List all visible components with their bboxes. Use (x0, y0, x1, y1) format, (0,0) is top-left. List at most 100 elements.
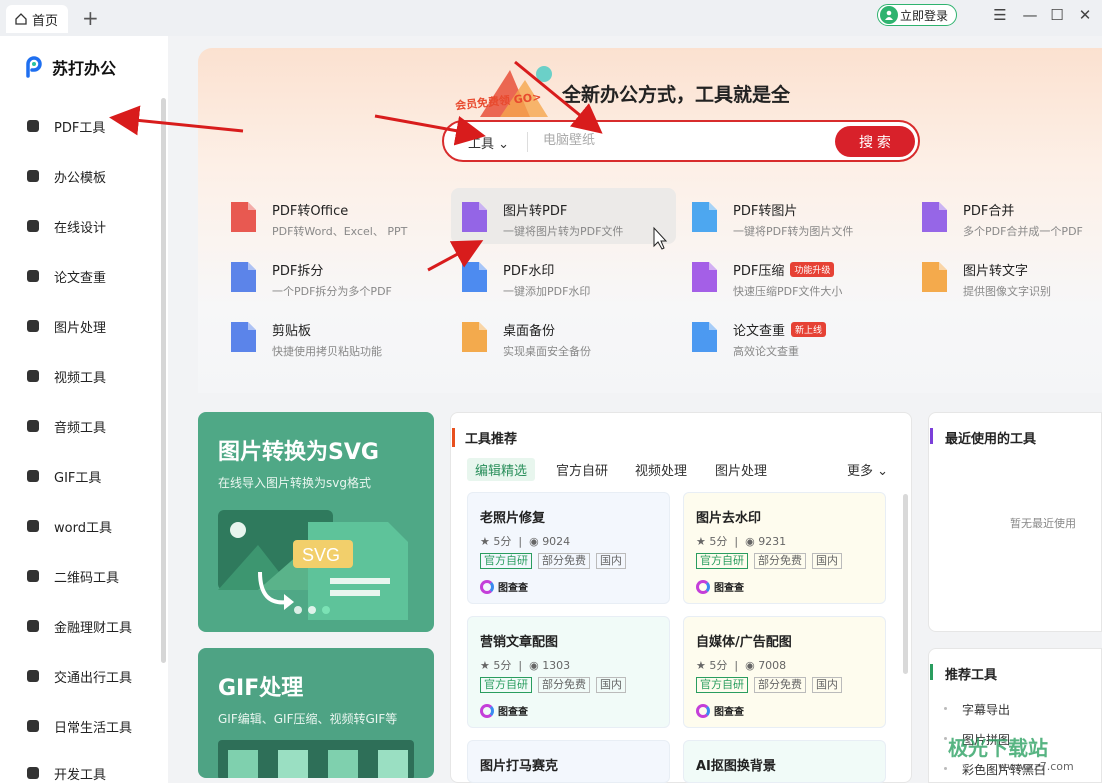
star-icon: ★ (696, 659, 706, 672)
tool-desc: 一键将图片转为PDF文件 (503, 225, 624, 238)
sidebar-item-finance[interactable]: 金融理财工具 (24, 613, 154, 639)
tab-home[interactable]: 首页 (6, 5, 68, 33)
svg-convert-banner[interactable]: 图片转换为SVG 在线导入图片转换为svg格式 SVG (198, 412, 434, 632)
travel-icon (24, 667, 42, 685)
tool-card[interactable]: 营销文章配图 ★ 5分 | ◉ 1303 官方自研 部分免费 国内 图查查 (467, 616, 670, 728)
close-icon[interactable]: ✕ (1075, 6, 1095, 24)
login-label: 立即登录 (900, 8, 949, 23)
tab-image[interactable]: 图片处理 (715, 460, 767, 479)
sidebar-item-word[interactable]: word工具 (24, 513, 154, 539)
paper-check-icon (692, 322, 717, 352)
search-divider (527, 132, 528, 152)
source-logo-icon (480, 579, 494, 594)
sidebar-item-label: 论文查重 (54, 270, 107, 286)
search-input[interactable] (543, 133, 823, 148)
sidebar-item-travel[interactable]: 交通出行工具 (24, 663, 154, 689)
tool-item[interactable]: 剪贴板快捷使用拷贝粘贴功能 (220, 308, 445, 364)
tool-item[interactable]: 桌面备份 实现桌面安全备份 (451, 308, 676, 364)
image-to-text-icon (922, 262, 947, 292)
list-bullet (944, 767, 947, 770)
sidebar-item-audio[interactable]: 音频工具 (24, 413, 154, 439)
eye-icon: ◉ (529, 659, 539, 672)
card-tag: 国内 (812, 553, 842, 569)
tool-item[interactable]: 图片转文字 提供图像文字识别 (911, 248, 1102, 304)
tool-item[interactable]: PDF转Office PDF转Word、Excel、 PPT (220, 188, 445, 244)
sidebar-item-design[interactable]: 在线设计 (24, 213, 154, 239)
more-link[interactable]: 更多 ⌄ (847, 460, 888, 479)
tool-name: PDF水印 (503, 264, 555, 279)
pdf-to-image-icon (692, 202, 717, 232)
card-title: 图片打马赛克 (480, 759, 559, 774)
source-logo-icon (696, 579, 710, 594)
tool-item[interactable]: PDF压缩 功能升级 快速压缩PDF文件大小 (681, 248, 906, 304)
card-tag: 官方自研 (696, 553, 748, 569)
sidebar-item-pdf-tool[interactable]: PDF工具 (24, 113, 154, 139)
tool-card[interactable]: 老照片修复 ★ 5分 | ◉ 9024 官方自研 部分免费 国内 图查查 (467, 492, 670, 604)
tool-card[interactable]: AI抠图换背景 (683, 740, 886, 783)
sidebar-item-label: 音频工具 (54, 420, 107, 436)
suggest-item[interactable]: 字幕导出 (962, 701, 1010, 718)
card-tag: 官方自研 (696, 677, 748, 693)
gif-banner[interactable]: GIF处理 GIF编辑、GIF压缩、视频转GIF等 (198, 648, 434, 778)
card-tag: 国内 (812, 677, 842, 693)
minimize-icon[interactable]: — (1020, 6, 1040, 24)
tool-desc: 快捷使用拷贝粘贴功能 (272, 345, 382, 358)
login-button[interactable]: 立即登录 (877, 4, 957, 26)
section-marker (930, 428, 933, 444)
source-logo-icon (480, 703, 494, 718)
hero-slogan: 全新办公方式，工具就是全 (562, 84, 791, 106)
sidebar-item-template[interactable]: 办公模板 (24, 163, 154, 189)
tool-name: 剪贴板 (272, 324, 312, 339)
tab-editor-pick[interactable]: 编辑精选 (467, 458, 536, 481)
card-meta: ★ 5分 | ◉ 7008 (696, 659, 787, 672)
image-to-pdf-icon (462, 202, 487, 232)
star-icon: ★ (480, 659, 490, 672)
sidebar-item-paper-check[interactable]: 论文查重 (24, 263, 154, 289)
recent-title: 最近使用的工具 (945, 432, 1037, 447)
card-title: 营销文章配图 (480, 635, 559, 650)
desktop-backup-icon (462, 322, 487, 352)
tool-card[interactable]: 图片去水印 ★ 5分 | ◉ 9231 官方自研 部分免费 国内 图查查 (683, 492, 886, 604)
new-tab-icon[interactable]: + (82, 6, 99, 30)
tool-badge: 新上线 (791, 322, 827, 337)
card-title: 老照片修复 (480, 511, 546, 526)
tool-name: PDF合并 (963, 204, 1015, 219)
tab-video[interactable]: 视频处理 (635, 460, 687, 479)
template-icon (24, 167, 42, 185)
sidebar-item-label: 图片处理 (54, 320, 107, 336)
tool-card[interactable]: 图片打马赛克 (467, 740, 670, 783)
tool-item[interactable]: PDF拆分 一个PDF拆分为多个PDF (220, 248, 445, 304)
tool-card[interactable]: 自媒体/广告配图 ★ 5分 | ◉ 7008 官方自研 部分免费 国内 图查查 (683, 616, 886, 728)
card-source: 图查查 (696, 579, 744, 594)
maximize-icon[interactable]: ☐ (1047, 6, 1067, 24)
menu-icon[interactable]: ☰ (990, 6, 1010, 24)
tool-item[interactable]: PDF合并多个PDF合并成一个PDF (911, 188, 1102, 244)
sidebar-item-video[interactable]: 视频工具 (24, 363, 154, 389)
search-type-select[interactable]: 工具 ⌄ (468, 133, 509, 152)
chevron-down-icon: ⌄ (877, 464, 889, 479)
tool-item[interactable]: PDF水印 一键添加PDF水印 (451, 248, 676, 304)
calendar-icon (24, 717, 42, 735)
search-button[interactable]: 搜 索 (835, 126, 915, 157)
banner-subtitle: GIF编辑、GIF压缩、视频转GIF等 (218, 712, 398, 726)
card-title: 图片去水印 (696, 511, 762, 526)
sidebar-item-qrcode[interactable]: 二维码工具 (24, 563, 154, 589)
tool-item[interactable]: PDF转图片 一键将PDF转为图片文件 (681, 188, 906, 244)
tool-item[interactable]: 论文查重 新上线 高效论文查重 (681, 308, 906, 364)
tool-desc: 一键将PDF转为图片文件 (733, 225, 854, 238)
sidebar-item-dev[interactable]: 开发工具 (24, 760, 154, 783)
tab-official[interactable]: 官方自研 (556, 460, 608, 479)
tool-item[interactable]: 图片转PDF 一键将图片转为PDF文件 (451, 188, 676, 244)
tool-desc: 多个PDF合并成一个PDF (963, 225, 1083, 238)
svg-label: SVG (302, 545, 340, 565)
sidebar-scrollbar[interactable] (161, 98, 166, 663)
tool-name: PDF压缩 功能升级 (733, 260, 835, 279)
card-tag: 国内 (596, 677, 626, 693)
sidebar-item-gif[interactable]: GIF工具 (24, 463, 154, 489)
sidebar-item-image-process[interactable]: 图片处理 (24, 313, 154, 339)
eye-icon: ◉ (745, 659, 755, 672)
panel-scrollbar[interactable] (903, 494, 908, 674)
sidebar-item-calendar[interactable]: 日常生活工具 (24, 713, 154, 739)
audio-icon (24, 417, 42, 435)
card-tag: 部分免费 (754, 677, 806, 693)
